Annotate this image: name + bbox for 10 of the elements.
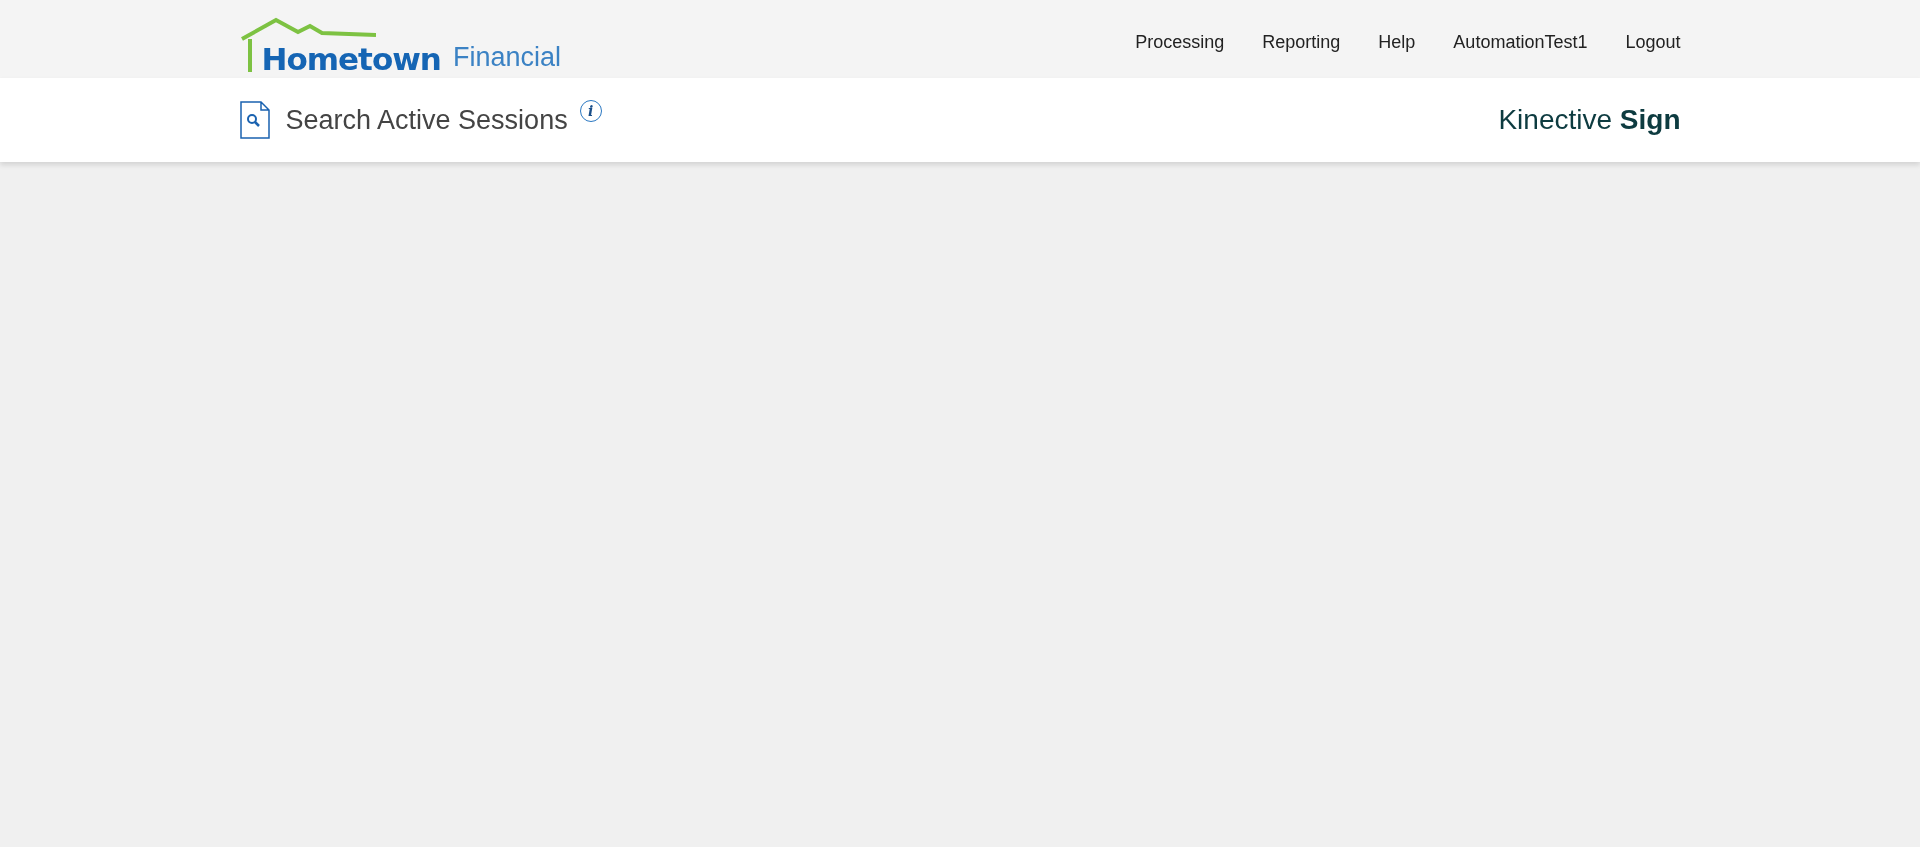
nav-link[interactable]: AutomationTest1 — [1434, 31, 1607, 53]
logo-subtitle: Financial — [452, 41, 561, 73]
logo-text: Hometown — [261, 45, 441, 73]
nav-link[interactable]: Help — [1359, 31, 1435, 53]
nav-link[interactable]: Processing — [1116, 31, 1244, 53]
brand-name: Kinective Sign — [1498, 104, 1681, 136]
nav-link[interactable]: Reporting — [1243, 31, 1360, 53]
page-title: Search Active Sessions — [285, 104, 568, 136]
nav-link[interactable]: Logout — [1606, 31, 1681, 53]
document-search-icon — [239, 101, 270, 139]
